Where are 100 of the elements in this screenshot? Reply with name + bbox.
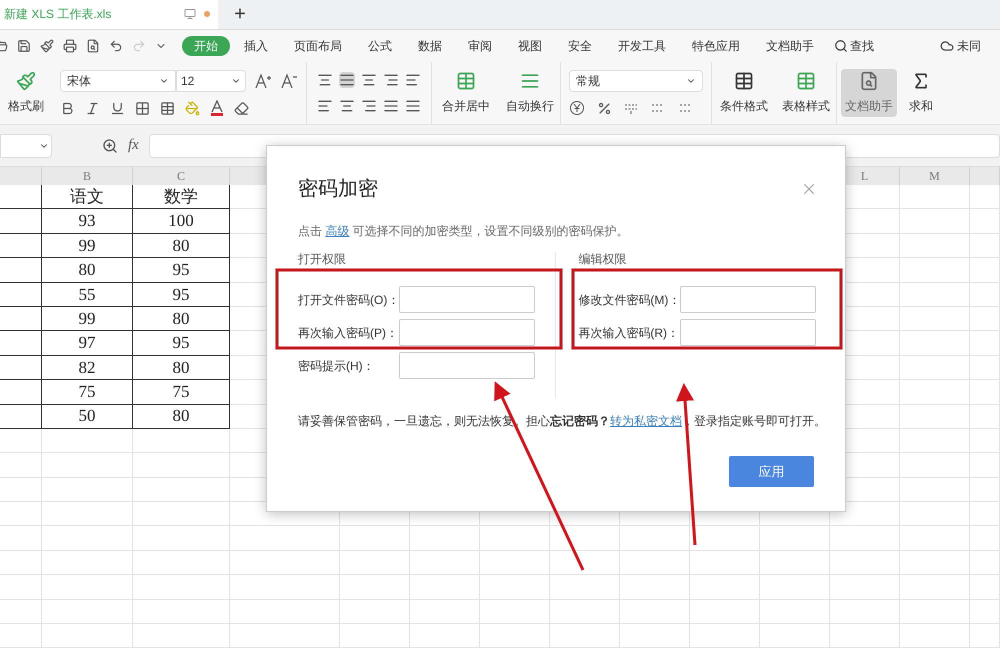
zoom-icon[interactable]	[102, 138, 118, 154]
apply-button[interactable]: 应用	[729, 456, 814, 487]
grid-cell[interactable]	[0, 258, 42, 283]
section-title: 打开权限	[298, 252, 347, 266]
align-middle-icon[interactable]	[339, 72, 355, 88]
eraser-icon[interactable]	[234, 100, 249, 116]
table-cell: 数学	[133, 185, 230, 210]
password-field[interactable]	[399, 286, 536, 313]
grid-cell[interactable]	[0, 185, 42, 210]
print-icon[interactable]	[63, 39, 77, 53]
table-cell: 80	[133, 306, 230, 332]
menu-tab[interactable]: 数据	[406, 36, 454, 56]
menu-tab[interactable]: 开发工具	[606, 36, 678, 56]
border-icon[interactable]	[135, 100, 150, 116]
new-tab-button[interactable]: +	[218, 0, 262, 29]
percent-icon[interactable]	[597, 100, 612, 116]
sum-button[interactable]: 求和	[901, 62, 941, 124]
password-field[interactable]	[680, 319, 816, 346]
table-cell: 80	[133, 234, 230, 258]
preview-icon[interactable]	[86, 39, 100, 53]
align-left-icon[interactable]	[317, 98, 333, 114]
underline-icon[interactable]	[110, 100, 125, 116]
table-cell: 95	[133, 258, 230, 283]
menu-tab[interactable]: 视图	[506, 36, 554, 56]
table-cell: 97	[42, 331, 133, 356]
justify-icon[interactable]	[383, 98, 399, 114]
fill-color-icon[interactable]	[185, 100, 200, 116]
align-center-icon[interactable]	[339, 98, 355, 114]
indent-icon[interactable]	[405, 72, 421, 88]
cell-style-icon[interactable]	[160, 100, 175, 116]
column-header[interactable]: M	[900, 167, 970, 185]
number-format-select[interactable]: 常规	[569, 70, 703, 92]
table-cell: 80	[42, 258, 133, 283]
grid-cell[interactable]	[0, 306, 42, 332]
section-title: 编辑权限	[578, 252, 628, 266]
font-select[interactable]: 宋体	[60, 70, 176, 92]
advanced-link[interactable]: 高级	[325, 224, 350, 238]
column-header[interactable]	[970, 167, 1000, 185]
cloud-icon	[940, 39, 954, 53]
menu-tab[interactable]: 页面布局	[282, 36, 354, 56]
wrap-text-button[interactable]: 自动换行	[500, 62, 561, 124]
grid-cell[interactable]	[0, 404, 42, 429]
align-top-icon[interactable]	[317, 72, 333, 88]
field-label: 打开文件密码(O)：	[298, 292, 400, 308]
menu-tab[interactable]: 文档助手	[754, 36, 826, 56]
dialog-title: 密码加密	[298, 177, 378, 202]
table-cell: 99	[42, 234, 133, 258]
table-style-button[interactable]: 表格样式	[776, 62, 837, 124]
format-painter-button[interactable]: 格式刷	[0, 62, 52, 124]
redo-icon[interactable]	[132, 39, 146, 53]
password-field[interactable]	[399, 352, 536, 379]
table-cell: 100	[133, 209, 230, 234]
fx-label: fx	[128, 136, 139, 156]
menu-tab[interactable]: 插入	[232, 36, 280, 56]
save-icon[interactable]	[17, 39, 31, 53]
sync-status[interactable]: 未同	[940, 37, 981, 55]
grid-cell[interactable]	[0, 234, 42, 258]
menu-tab[interactable]: 公式	[356, 36, 404, 56]
doc-assistant-button[interactable]: 文档助手	[841, 69, 897, 117]
column-header[interactable]: B	[42, 167, 133, 185]
private-doc-link[interactable]: 转为私密文档	[610, 414, 682, 428]
dialog-description: 点击 高级 可选择不同的加密类型，设置不同级别的密码保护。	[298, 223, 630, 240]
align-bottom-icon[interactable]	[361, 72, 377, 88]
monitor-icon[interactable]	[184, 8, 196, 20]
name-box[interactable]	[0, 134, 52, 158]
merge-center-button[interactable]: 合并居中	[432, 62, 500, 124]
grid-cell[interactable]	[0, 356, 42, 380]
grid-cell[interactable]	[0, 331, 42, 356]
column-header[interactable]: C	[133, 167, 230, 185]
password-field[interactable]	[680, 286, 816, 313]
distribute-icon[interactable]	[405, 98, 421, 114]
undo-icon[interactable]	[109, 39, 123, 53]
table-cell: 50	[42, 404, 133, 429]
brush-icon[interactable]	[40, 39, 54, 53]
menu-tab[interactable]: 特色应用	[680, 36, 752, 56]
merge-cells-icon	[456, 71, 476, 91]
password-field[interactable]	[399, 319, 536, 346]
bold-icon[interactable]	[60, 100, 75, 116]
field-label: 修改文件密码(M)：	[578, 292, 680, 308]
font-color-icon[interactable]	[210, 100, 224, 116]
menu-tab[interactable]: 安全	[556, 36, 604, 56]
italic-icon[interactable]	[85, 100, 100, 116]
menu-tab[interactable]: 审阅	[456, 36, 504, 56]
align-right-icon[interactable]	[361, 98, 377, 114]
search-button[interactable]: 查找	[834, 37, 874, 55]
field-label: 再次输入密码(R)：	[578, 324, 679, 342]
table-cell: 55	[42, 282, 133, 307]
conditional-format-button[interactable]: 条件格式	[712, 62, 776, 124]
grow-font-icon[interactable]	[254, 73, 272, 89]
table-cell: 99	[42, 306, 133, 332]
table-cell: 75	[133, 380, 230, 405]
outdent-icon[interactable]	[383, 72, 399, 88]
grid-cell[interactable]	[0, 380, 42, 405]
grid-cell[interactable]	[0, 209, 42, 234]
grid-cell[interactable]	[0, 282, 42, 307]
currency-icon[interactable]	[569, 100, 585, 116]
table-cell: 95	[133, 331, 230, 356]
shrink-font-icon[interactable]	[280, 73, 298, 89]
table-icon	[734, 71, 754, 91]
font-size-select[interactable]: 12	[176, 70, 246, 92]
